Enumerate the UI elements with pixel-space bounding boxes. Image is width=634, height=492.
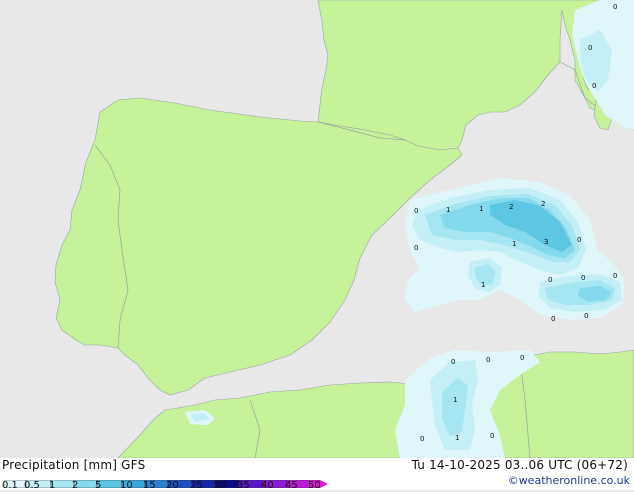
value-label: 1 [479, 205, 483, 213]
value-label: 2 [541, 200, 545, 208]
scale-tick-label: 20 [166, 480, 179, 491]
scale-arrow [320, 480, 328, 488]
value-label: 0 [490, 432, 494, 440]
value-label: 0 [613, 3, 617, 11]
value-label: 1 [453, 396, 457, 404]
map-title: Precipitation [mm] GFS [2, 458, 146, 472]
scale-tick-label: 1 [49, 480, 56, 491]
scale-tick-label: 45 [285, 480, 298, 491]
value-label: 0 [577, 236, 581, 244]
value-label: 3 [544, 238, 548, 246]
value-label: 0 [414, 244, 418, 252]
value-label: 0 [613, 272, 617, 280]
value-label: 0 [414, 207, 418, 215]
scale-tick-label: 35 [237, 480, 250, 491]
scale-tick-label: 0.5 [24, 480, 40, 491]
scale-tick-label: 2 [72, 480, 79, 491]
value-label: 2 [509, 203, 513, 211]
scale-tick-label: 10 [120, 480, 133, 491]
value-label: 0 [592, 82, 596, 90]
valid-time: Tu 14-10-2025 03..06 UTC (06+72) [411, 458, 628, 472]
value-label: 0 [551, 315, 555, 323]
legend-footer: Precipitation [mm] GFS Tu 14-10-2025 03.… [0, 458, 634, 491]
value-label: 1 [446, 206, 450, 214]
value-label: 0 [451, 358, 455, 366]
value-label: 0 [520, 354, 524, 362]
value-label: 1 [481, 281, 485, 289]
scale-tick-label: 15 [143, 480, 156, 491]
value-label: 1 [512, 240, 516, 248]
precipitation-map: 0 1 1 2 2 0 1 3 0 1 0 0 0 0 0 0 0 0 1 0 … [0, 0, 634, 458]
scale-tick-label: 30 [213, 480, 226, 491]
value-label: 1 [455, 434, 459, 442]
scale-tick-label: 25 [190, 480, 203, 491]
scale-tick-label: 5 [95, 480, 102, 491]
scale-tick-label: 40 [261, 480, 274, 491]
value-label: 0 [584, 312, 588, 320]
value-label: 0 [548, 276, 552, 284]
value-label: 0 [486, 356, 490, 364]
site-credit-link[interactable]: ©weatheronline.co.uk [508, 474, 630, 487]
scale-tick-label: 0.1 [2, 480, 18, 491]
scale-tick-label: 50 [308, 480, 321, 491]
value-label: 0 [588, 44, 592, 52]
value-label: 0 [420, 435, 424, 443]
value-label: 0 [581, 274, 585, 282]
